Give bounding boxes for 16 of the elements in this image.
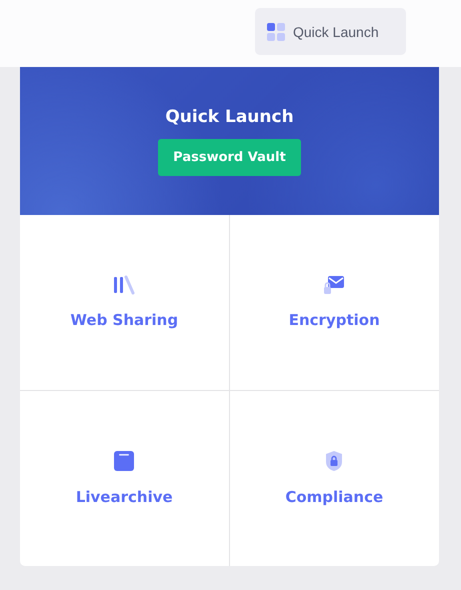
grid-icon: [267, 22, 285, 40]
tile-label: Web Sharing: [70, 311, 178, 330]
shield-lock-icon: [324, 450, 344, 472]
launch-tile[interactable]: Encryption: [230, 215, 439, 390]
archive-box-icon: [113, 450, 136, 472]
tile-label: Livearchive: [76, 488, 173, 506]
books-icon: [112, 275, 136, 296]
tile-label: Compliance: [285, 488, 384, 506]
launch-tile[interactable]: Livearchive: [20, 390, 230, 566]
tile-label: Encryption: [288, 311, 380, 330]
envelope-lock-icon: [322, 275, 346, 296]
launch-tile[interactable]: Web Sharing: [20, 215, 230, 390]
password-vault-button[interactable]: Password Vault: [158, 138, 301, 176]
launch-tile[interactable]: Compliance: [230, 390, 439, 566]
quick-launch-button[interactable]: Quick Launch: [255, 8, 406, 55]
panel-title: Quick Launch: [165, 106, 294, 126]
